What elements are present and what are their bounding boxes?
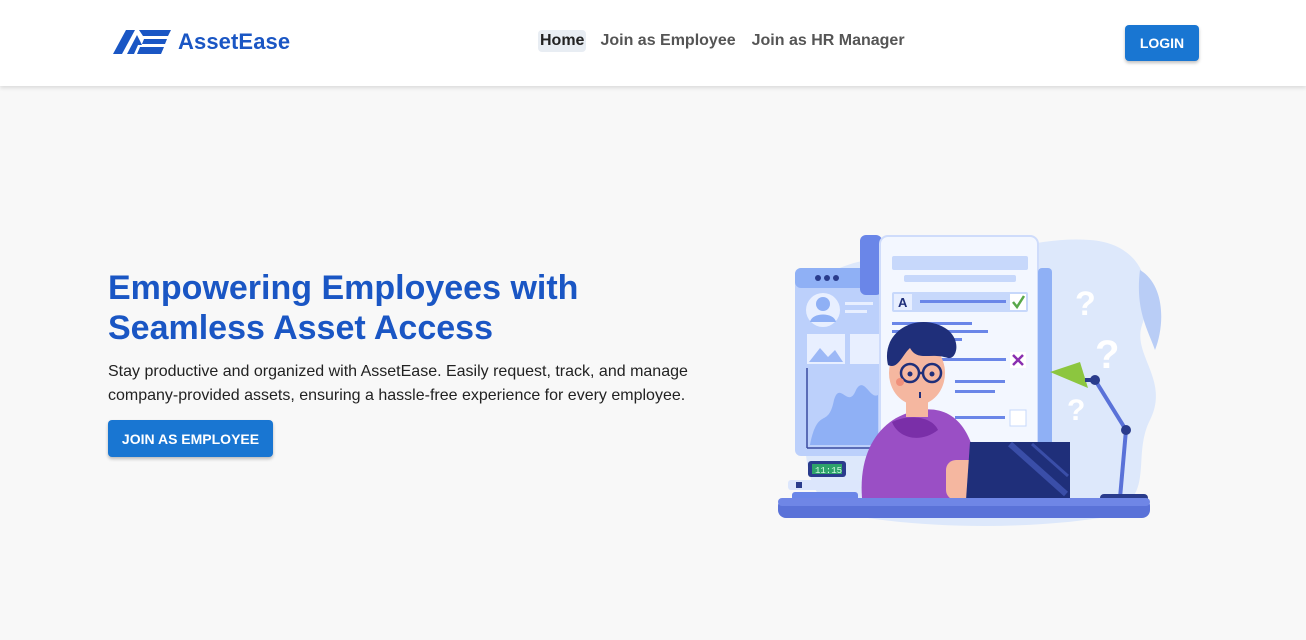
brand-link[interactable]: AssetEase [113,27,290,57]
question-mark-icon: ? [1075,285,1096,323]
card-letter: A [898,295,908,310]
nav-link-join-employee[interactable]: Join as Employee [598,30,737,52]
navbar: AssetEase Home Join as Employee Join as … [0,0,1306,86]
task-card [860,235,882,295]
desk-clock-text: 11:15 [815,466,842,476]
brand-name: AssetEase [178,29,291,54]
hero-title: Empowering Employees with Seamless Asset… [108,269,579,347]
main-nav: Home Join as Employee Join as HR Manager [538,30,907,52]
question-mark-icon: ? [1095,333,1119,377]
login-button[interactable]: LOGIN [1125,25,1199,61]
nav-link-home[interactable]: Home [538,30,587,52]
assetease-logo-icon [113,30,171,54]
hero-description: Stay productive and organized with Asset… [108,363,688,404]
employee-laptop-illustration: A ? ? ? 11:15 [778,235,1162,526]
join-as-employee-button[interactable]: JOIN AS EMPLOYEE [108,420,273,457]
nav-link-join-hr-manager[interactable]: Join as HR Manager [750,30,907,52]
question-mark-icon: ? [1067,394,1085,427]
blob-accent [1138,270,1162,350]
